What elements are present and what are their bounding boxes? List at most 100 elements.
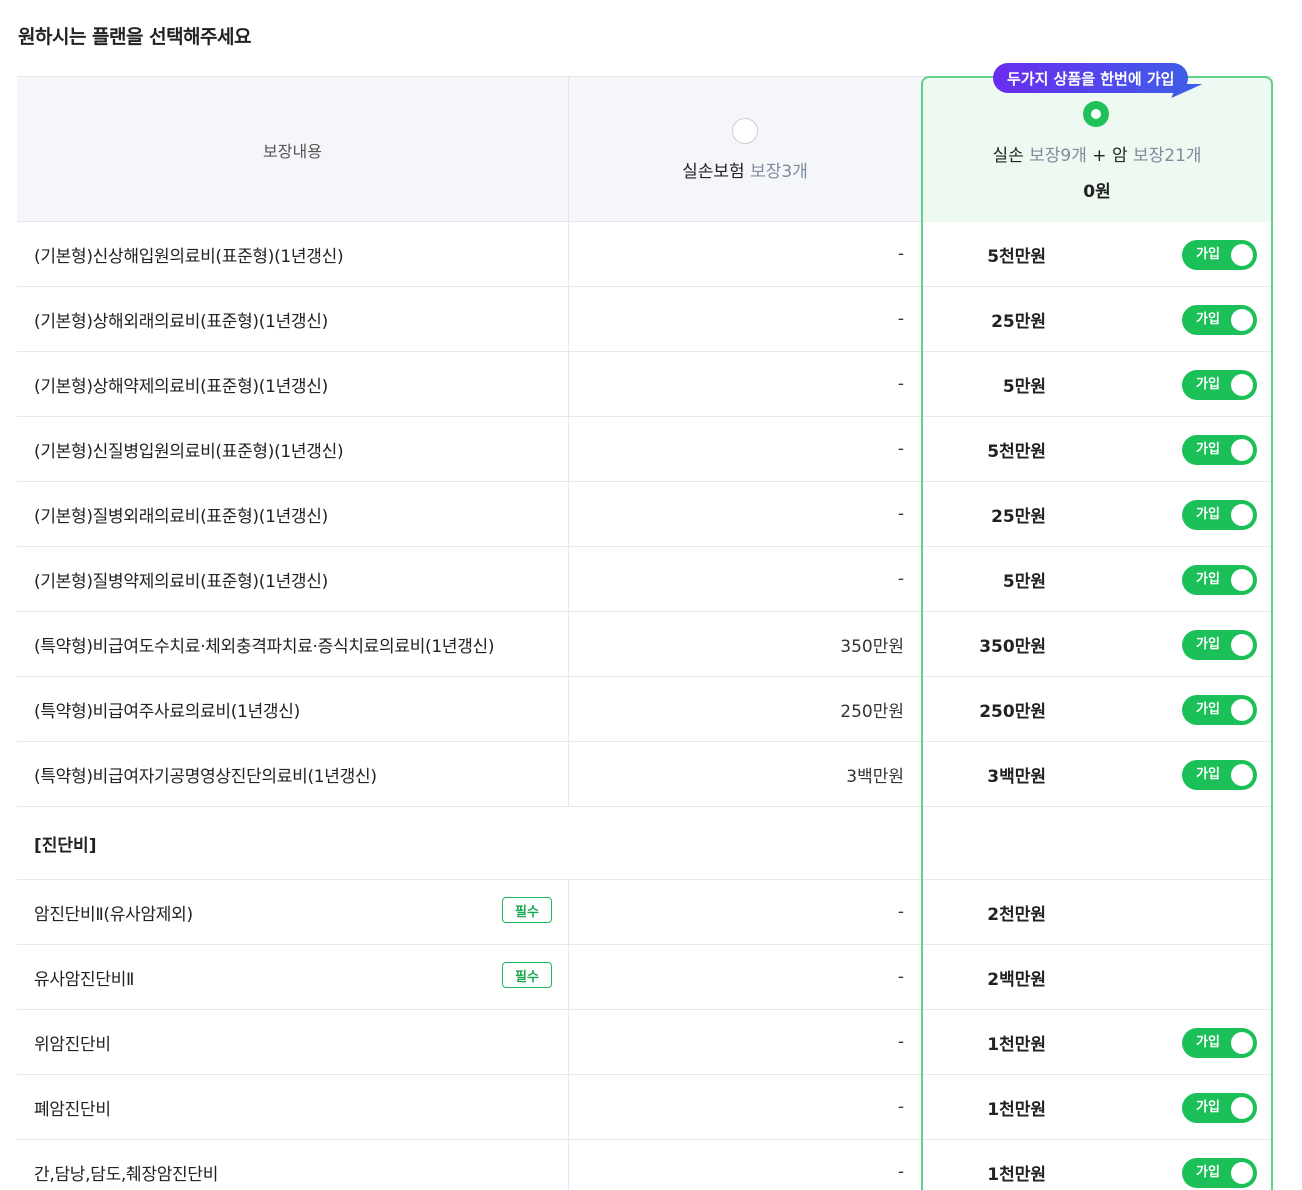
coverage-group-basic: (기본형)신상해입원의료비(표준형)(1년갱신) -5천만원 가입 (기본형)상해외래… bbox=[17, 222, 1273, 807]
join-toggle[interactable]: 가입 bbox=[1182, 1158, 1257, 1188]
table-row: 암진단비Ⅱ(유사암제외) 필수 - 2천만원 bbox=[17, 880, 1273, 945]
join-toggle-label: 가입 bbox=[1196, 1035, 1220, 1050]
plan2-value: 5천만원 bbox=[987, 246, 1046, 267]
coverage-name: (기본형)질병외래의료비(표준형)(1년갱신) bbox=[34, 506, 328, 527]
toggle-knob bbox=[1231, 244, 1253, 266]
plan2-value: 1천만원 bbox=[987, 1034, 1046, 1055]
toggle-knob bbox=[1231, 699, 1253, 721]
table-row: 위암진단비 - 1천만원 가입 bbox=[17, 1010, 1273, 1075]
join-toggle[interactable]: 가입 bbox=[1182, 435, 1257, 465]
toggle-knob bbox=[1231, 764, 1253, 786]
plan1-value: - bbox=[568, 1075, 921, 1139]
plan1-radio[interactable] bbox=[732, 118, 758, 144]
toggle-knob bbox=[1231, 1097, 1253, 1119]
toggle-knob bbox=[1231, 504, 1253, 526]
table-row: 간,담낭,담도,췌장암진단비 - 1천만원 가입 bbox=[17, 1140, 1273, 1190]
join-toggle[interactable]: 가입 bbox=[1182, 1028, 1257, 1058]
coverage-name: (기본형)신질병입원의료비(표준형)(1년갱신) bbox=[34, 441, 344, 462]
plan2-name-b: 암 bbox=[1111, 146, 1128, 166]
plan2-value: 5만원 bbox=[1002, 571, 1046, 592]
table-row: 유사암진단비Ⅱ 필수 - 2백만원 bbox=[17, 945, 1273, 1010]
join-toggle-label: 가입 bbox=[1196, 1100, 1220, 1115]
plan1-label: 실손보험 보장3개 bbox=[569, 157, 921, 182]
plan2-value: 1천만원 bbox=[987, 1164, 1046, 1185]
plan2-value: 2백만원 bbox=[987, 969, 1046, 990]
plan2-value: 25만원 bbox=[991, 506, 1046, 527]
plan1-value: - bbox=[568, 352, 921, 416]
coverage-name: 간,담낭,담도,췌장암진단비 bbox=[34, 1164, 219, 1185]
plan1-value: - bbox=[568, 1010, 921, 1074]
plan2-value: 350만원 bbox=[979, 636, 1046, 657]
plan1-value: 350만원 bbox=[568, 612, 921, 676]
table-row: (특약형)비급여자기공명영상진단의료비(1년갱신) 3백만원 3백만원 가입 bbox=[17, 742, 1273, 807]
plan1-value: - bbox=[568, 222, 921, 286]
join-toggle-label: 가입 bbox=[1196, 442, 1220, 457]
join-toggle[interactable]: 가입 bbox=[1182, 760, 1257, 790]
plan1-value: 250만원 bbox=[568, 677, 921, 741]
join-toggle[interactable]: 가입 bbox=[1182, 500, 1257, 530]
plan1-value: - bbox=[568, 482, 921, 546]
coverage-name: (기본형)질병약제의료비(표준형)(1년갱신) bbox=[34, 571, 328, 592]
toggle-knob bbox=[1231, 374, 1253, 396]
plan1-value: - bbox=[568, 287, 921, 351]
coverage-header: 보장내용 bbox=[263, 141, 322, 161]
coverage-name: 암진단비Ⅱ(유사암제외) bbox=[34, 904, 193, 925]
table-row: 폐암진단비 - 1천만원 가입 bbox=[17, 1075, 1273, 1140]
coverage-name: (기본형)상해약제의료비(표준형)(1년갱신) bbox=[34, 376, 328, 397]
required-badge: 필수 bbox=[502, 962, 552, 988]
plan1-header[interactable]: 실손보험 보장3개 bbox=[568, 77, 921, 222]
join-toggle[interactable]: 가입 bbox=[1182, 240, 1257, 270]
section-title: [진단비] bbox=[34, 835, 97, 856]
toggle-knob bbox=[1231, 309, 1253, 331]
plan1-value: - bbox=[568, 880, 921, 944]
plan2-value: 5천만원 bbox=[987, 441, 1046, 462]
table-row: (기본형)질병외래의료비(표준형)(1년갱신) - 25만원 가입 bbox=[17, 482, 1273, 547]
toggle-knob bbox=[1231, 439, 1253, 461]
coverage-name: (특약형)비급여자기공명영상진단의료비(1년갱신) bbox=[34, 766, 377, 787]
page-title: 원하시는 플랜을 선택해주세요 bbox=[18, 26, 251, 48]
toggle-knob bbox=[1231, 1032, 1253, 1054]
plan1-count: 보장3개 bbox=[750, 162, 808, 182]
coverage-group-diagnosis: 암진단비Ⅱ(유사암제외) 필수 -2천만원 유사암진단비Ⅱ 필수 -2백만원 위암진단비 -1… bbox=[17, 880, 1273, 1190]
toggle-knob bbox=[1231, 1162, 1253, 1184]
table-row: (기본형)신상해입원의료비(표준형)(1년갱신) - 5천만원 가입 bbox=[17, 222, 1273, 287]
join-toggle-label: 가입 bbox=[1196, 702, 1220, 717]
plan2-value: 3백만원 bbox=[987, 766, 1046, 787]
table-row: (기본형)신질병입원의료비(표준형)(1년갱신) - 5천만원 가입 bbox=[17, 417, 1273, 482]
join-toggle-label: 가입 bbox=[1196, 637, 1220, 652]
table-row: (기본형)상해약제의료비(표준형)(1년갱신) - 5만원 가입 bbox=[17, 352, 1273, 417]
plan2-value: 25만원 bbox=[991, 311, 1046, 332]
toggle-knob bbox=[1231, 634, 1253, 656]
join-toggle[interactable]: 가입 bbox=[1182, 565, 1257, 595]
table-row: (특약형)비급여도수치료·체외충격파치료·증식치료의료비(1년갱신) 350만원 3… bbox=[17, 612, 1273, 677]
plan2-radio[interactable] bbox=[1083, 101, 1109, 127]
join-toggle[interactable]: 가입 bbox=[1182, 695, 1257, 725]
toggle-knob bbox=[1231, 569, 1253, 591]
coverage-name: (기본형)신상해입원의료비(표준형)(1년갱신) bbox=[34, 246, 344, 267]
plan2-value: 1천만원 bbox=[987, 1099, 1046, 1120]
coverage-name: 위암진단비 bbox=[34, 1034, 111, 1055]
join-toggle-label: 가입 bbox=[1196, 247, 1220, 262]
coverage-name: 폐암진단비 bbox=[34, 1099, 111, 1120]
join-toggle[interactable]: 가입 bbox=[1182, 1093, 1257, 1123]
plan2-price: 0원 bbox=[1083, 182, 1111, 202]
join-toggle-label: 가입 bbox=[1196, 507, 1220, 522]
plan2-label: 실손 보장9개 + 암 보장21개 bbox=[921, 141, 1273, 166]
plan2-value: 5만원 bbox=[1002, 376, 1046, 397]
plan1-value: - bbox=[568, 1140, 921, 1190]
plan2-value: 2천만원 bbox=[987, 904, 1046, 925]
plan2-name-a: 실손 bbox=[992, 146, 1024, 166]
coverage-name: 유사암진단비Ⅱ bbox=[34, 969, 135, 990]
coverage-name: (특약형)비급여도수치료·체외충격파치료·증식치료의료비(1년갱신) bbox=[34, 636, 495, 657]
coverage-name: (기본형)상해외래의료비(표준형)(1년갱신) bbox=[34, 311, 328, 332]
join-toggle[interactable]: 가입 bbox=[1182, 630, 1257, 660]
plan2-header[interactable]: 실손 보장9개 + 암 보장21개 0원 bbox=[921, 77, 1273, 222]
plan1-value: 3백만원 bbox=[568, 742, 921, 806]
plan2-count-b: 보장21개 bbox=[1132, 146, 1202, 166]
bundle-ribbon: 두가지 상품을 한번에 가입 bbox=[993, 63, 1189, 93]
join-toggle[interactable]: 가입 bbox=[1182, 305, 1257, 335]
plan1-value: - bbox=[568, 547, 921, 611]
plan2-plus: + bbox=[1092, 146, 1107, 166]
join-toggle[interactable]: 가입 bbox=[1182, 370, 1257, 400]
plan2-count-a: 보장9개 bbox=[1029, 146, 1087, 166]
